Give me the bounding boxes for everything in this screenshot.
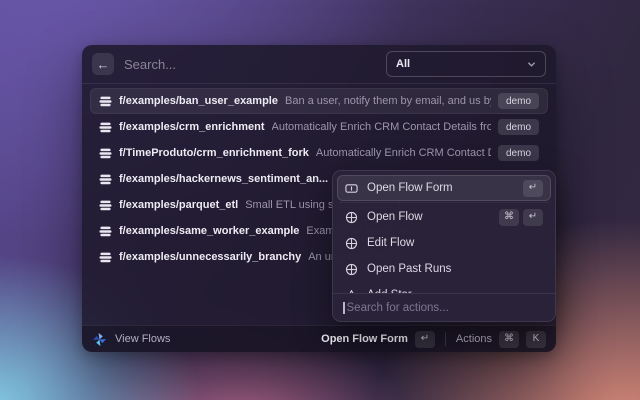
flow-icon <box>99 147 112 160</box>
k-key-badge: K <box>526 331 546 348</box>
menu-item-open-past-runs[interactable]: Open Past Runs <box>337 256 551 282</box>
actions-menu: Open Flow Form ↵ Open Flow ⌘ ↵ Edit Flow… <box>332 170 556 322</box>
view-flows-label: View Flows <box>115 333 170 345</box>
flow-icon <box>99 251 112 264</box>
menu-item-open-flow-form[interactable]: Open Flow Form ↵ <box>337 175 551 201</box>
primary-action-label[interactable]: Open Flow Form <box>321 333 408 345</box>
filter-value: All <box>396 58 410 70</box>
result-description: Automatically Enrich CRM Contact Details… <box>272 121 491 133</box>
flow-icon <box>99 121 112 134</box>
result-name: f/examples/parquet_etl <box>119 199 238 211</box>
filter-dropdown[interactable]: All <box>386 51 546 77</box>
windmill-logo-icon <box>92 332 107 347</box>
desktop-background: { "palette": { "accent_purple": "#5d4c99… <box>0 0 640 400</box>
actions-search-placeholder: Search for actions... <box>347 302 449 314</box>
menu-item-edit-flow[interactable]: Edit Flow <box>337 230 551 256</box>
flow-icon <box>99 225 112 238</box>
text-cursor <box>343 302 345 314</box>
menu-item-label: Open Flow <box>367 211 423 223</box>
result-row[interactable]: f/TimeProduto/crm_enrichment_fork Automa… <box>90 140 548 166</box>
result-description: Automatically Enrich CRM Contact Details… <box>316 147 491 159</box>
crosshair-icon <box>345 263 358 276</box>
enter-key-badge: ↵ <box>415 331 435 348</box>
actions-menu-label[interactable]: Actions <box>456 333 492 345</box>
cmd-key-badge: ⌘ <box>499 209 519 226</box>
flow-icon <box>99 173 112 186</box>
demo-badge: demo <box>498 145 539 161</box>
footer-divider <box>445 332 446 346</box>
result-description: Ban a user, notify them by email, and us… <box>285 95 491 107</box>
menu-divider <box>339 202 549 203</box>
result-name: f/TimeProduto/crm_enrichment_fork <box>119 147 309 159</box>
result-name: f/examples/ban_user_example <box>119 95 278 107</box>
menu-item-open-flow[interactable]: Open Flow ⌘ ↵ <box>337 204 551 230</box>
actions-search-input[interactable]: Search for actions... <box>333 293 555 321</box>
chevron-down-icon <box>527 60 536 69</box>
back-button[interactable]: ← <box>92 53 114 75</box>
result-name: f/examples/hackernews_sentiment_an... <box>119 173 328 185</box>
menu-item-label: Edit Flow <box>367 237 414 249</box>
crosshair-icon <box>345 237 358 250</box>
search-bar: ← Search... All <box>82 45 556 83</box>
flow-icon <box>99 199 112 212</box>
crosshair-icon <box>345 211 358 224</box>
result-row[interactable]: f/examples/ban_user_example Ban a user, … <box>90 88 548 114</box>
enter-key-badge: ↵ <box>523 180 543 197</box>
arrow-left-icon: ← <box>97 58 110 71</box>
result-name: f/examples/same_worker_example <box>119 225 299 237</box>
footer-actions: Open Flow Form ↵ Actions ⌘ K <box>321 331 546 348</box>
demo-badge: demo <box>498 119 539 135</box>
result-row[interactable]: f/examples/crm_enrichment Automatically … <box>90 114 548 140</box>
flow-icon <box>99 95 112 108</box>
menu-item-label: Open Past Runs <box>367 263 451 275</box>
search-input[interactable]: Search... <box>124 57 376 72</box>
enter-key-badge: ↵ <box>523 209 543 226</box>
form-input-icon <box>345 182 358 195</box>
result-name: f/examples/unnecessarily_branchy <box>119 251 301 263</box>
menu-item-label: Open Flow Form <box>367 182 453 194</box>
menu-item-add-star[interactable]: Add Star <box>337 282 551 293</box>
result-name: f/examples/crm_enrichment <box>119 121 265 133</box>
demo-badge: demo <box>498 93 539 109</box>
cmd-key-badge: ⌘ <box>499 331 519 348</box>
footer-bar: View Flows Open Flow Form ↵ Actions ⌘ K <box>82 325 556 352</box>
actions-menu-list: Open Flow Form ↵ Open Flow ⌘ ↵ Edit Flow… <box>333 171 555 293</box>
